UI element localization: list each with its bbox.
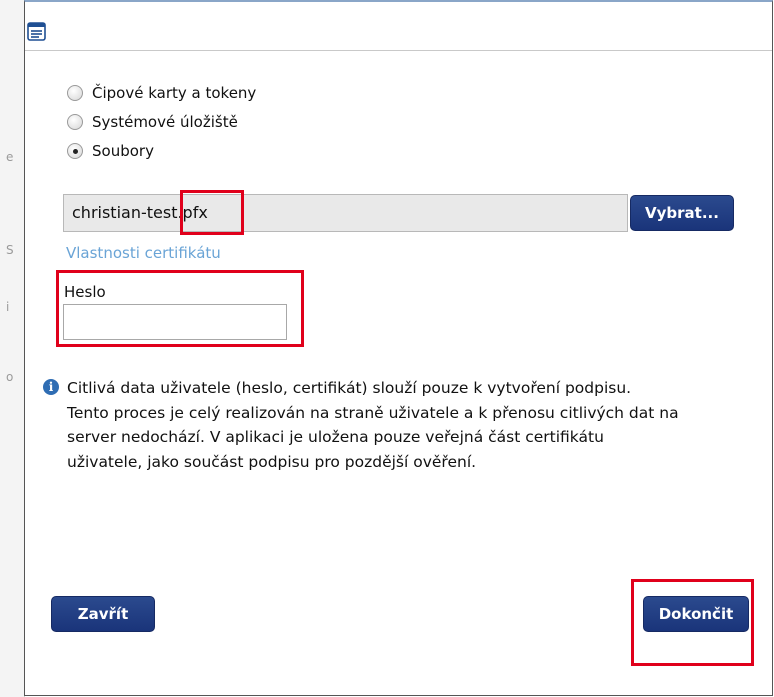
dialog-titlebar [25,2,772,51]
background-text-fragment: o [6,370,14,384]
finish-button[interactable]: Dokončit [643,596,749,632]
document-list-icon [27,22,46,41]
radio-label: Čipové karty a tokeny [92,84,257,102]
radio-checked-icon [67,143,83,159]
selected-file-field: christian-test.pfx [63,194,628,232]
password-label: Heslo [64,283,106,301]
signing-dialog: Čipové karty a tokeny Systémové úložiště… [24,0,773,696]
radio-option-files[interactable]: Soubory [67,140,154,162]
password-input[interactable] [63,304,287,340]
background-text-fragment: e [6,150,14,164]
radio-option-system-store[interactable]: Systémové úložiště [67,111,238,133]
background-text-fragment: S [6,243,14,257]
info-icon: i [43,379,59,395]
close-button[interactable]: Zavřít [51,596,155,632]
radio-label: Soubory [92,142,154,160]
radio-unchecked-icon [67,114,83,130]
background-page: e S i o [0,0,25,697]
radio-label: Systémové úložiště [92,113,238,131]
radio-option-smartcards[interactable]: Čipové karty a tokeny [67,82,256,104]
browse-button[interactable]: Vybrat... [630,195,734,231]
info-text: Citlivá data uživatele (heslo, certifiká… [67,379,679,471]
radio-unchecked-icon [67,85,83,101]
info-message: i Citlivá data uživatele (heslo, certifi… [43,376,743,474]
certificate-properties-link[interactable]: Vlastnosti certifikátu [66,244,221,262]
background-text-fragment: i [6,300,10,314]
